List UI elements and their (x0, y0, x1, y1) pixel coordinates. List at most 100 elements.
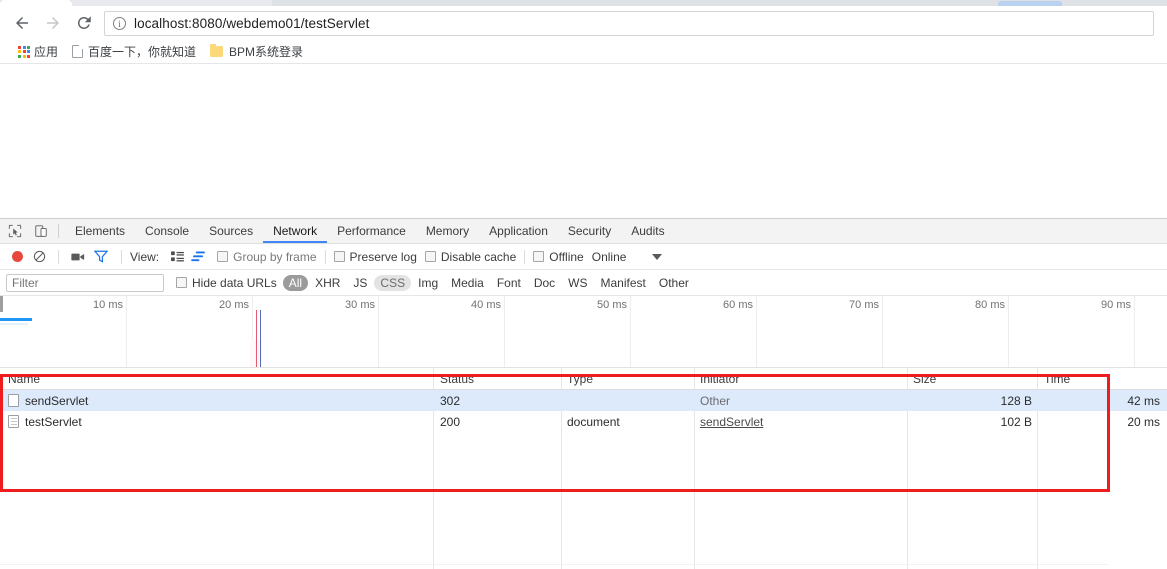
document-icon (8, 415, 19, 428)
view-list-button[interactable] (167, 246, 187, 268)
preserve-log-checkbox[interactable]: Preserve log (333, 246, 417, 268)
checkbox-box (424, 251, 436, 262)
tab-network[interactable]: Network (263, 219, 327, 243)
disable-cache-checkbox[interactable]: Disable cache (424, 246, 517, 268)
filter-type-font[interactable]: Font (491, 275, 527, 291)
waterfall-view-icon (190, 251, 205, 262)
inspect-element-icon[interactable] (4, 220, 26, 242)
network-requests-table: Name Status Type Initiator Size Time sen… (0, 368, 1167, 569)
overview-tick-label: 10 ms (93, 299, 123, 311)
toolbar-divider (121, 249, 122, 264)
view-waterfall-button[interactable] (187, 246, 209, 268)
disable-cache-label: Disable cache (440, 249, 517, 264)
checkbox-box (176, 277, 187, 288)
cell-time: 42 ms (1127, 394, 1160, 408)
toolbar-divider (58, 224, 59, 238)
address-bar[interactable]: i localhost:8080/webdemo01/testServlet (104, 11, 1154, 36)
overview-tick-label: 40 ms (471, 299, 501, 311)
table-row[interactable]: sendServlet 302 Other 128 B 42 ms (0, 390, 1167, 411)
column-header-time[interactable]: Time (1044, 372, 1070, 386)
hide-data-urls-checkbox[interactable]: Hide data URLs (176, 272, 277, 294)
cell-initiator-link[interactable]: sendServlet (700, 415, 763, 429)
overview-left-edge (0, 296, 3, 312)
filter-input[interactable] (6, 273, 164, 292)
reload-icon[interactable] (74, 13, 94, 33)
overview-tick-label: 50 ms (597, 299, 627, 311)
cell-status: 302 (440, 394, 461, 408)
page-viewport (0, 64, 1167, 218)
load-event-marker (260, 310, 261, 367)
tab-elements[interactable]: Elements (65, 219, 135, 243)
tab-sources[interactable]: Sources (199, 219, 263, 243)
filter-type-css[interactable]: CSS (374, 274, 412, 291)
cell-status: 200 (440, 415, 461, 429)
more-options-button[interactable] (652, 246, 663, 268)
hide-data-urls-label: Hide data URLs (192, 275, 277, 290)
filter-toggle-button[interactable] (89, 246, 113, 268)
filter-type-media[interactable]: Media (445, 275, 490, 291)
filter-type-other[interactable]: Other (653, 275, 695, 291)
tab-memory[interactable]: Memory (416, 219, 479, 243)
bookmark-apps[interactable]: 应用 (2, 42, 64, 62)
column-header-type[interactable]: Type (567, 372, 593, 386)
overview-tick-label: 70 ms (849, 299, 879, 311)
toolbar-divider (524, 249, 526, 264)
group-by-frame-checkbox[interactable]: Group by frame (217, 246, 317, 268)
network-overview-timeline[interactable]: 10 ms 20 ms 30 ms 40 ms 50 ms 60 ms 70 m… (0, 296, 1167, 368)
filter-type-manifest[interactable]: Manifest (595, 275, 652, 291)
cell-time: 20 ms (1127, 415, 1160, 429)
filter-type-img[interactable]: Img (412, 275, 444, 291)
overview-network-bar-secondary (0, 323, 28, 325)
overview-tick-label: 30 ms (345, 299, 375, 311)
overview-network-bar (0, 318, 32, 321)
record-button[interactable] (6, 246, 28, 268)
capture-screenshots-button[interactable] (67, 246, 89, 268)
view-label: View: (130, 249, 160, 264)
network-filter-bar: Hide data URLs All XHR JS CSS Img Media … (0, 270, 1167, 296)
overview-tick-label: 90 ms (1101, 299, 1131, 311)
forward-icon[interactable] (43, 13, 63, 33)
checkbox-box (533, 251, 545, 262)
column-header-size[interactable]: Size (913, 372, 936, 386)
overview-tick-label: 60 ms (723, 299, 753, 311)
table-body-bottom-rule (0, 564, 1108, 565)
bookmark-bpm[interactable]: BPM系统登录 (204, 42, 309, 62)
filter-type-all[interactable]: All (282, 274, 309, 291)
devtools-panel: Elements Console Sources Network Perform… (0, 218, 1167, 569)
url-text: localhost:8080/webdemo01/testServlet (134, 16, 370, 31)
preserve-log-label: Preserve log (349, 249, 417, 264)
offline-checkbox[interactable]: Offline (533, 246, 584, 268)
online-label: Online (591, 249, 627, 264)
list-view-icon (170, 251, 184, 262)
filter-type-xhr[interactable]: XHR (309, 275, 346, 291)
device-toolbar-icon[interactable] (30, 220, 52, 242)
tab-security[interactable]: Security (558, 219, 621, 243)
site-info-icon[interactable]: i (113, 17, 126, 30)
tab-application[interactable]: Application (479, 219, 558, 243)
folder-icon (210, 44, 224, 57)
throttling-select[interactable]: Online (592, 246, 627, 268)
toolbar-divider (324, 249, 326, 264)
back-icon[interactable] (12, 13, 32, 33)
page-icon (72, 45, 84, 58)
filter-type-doc[interactable]: Doc (528, 275, 561, 291)
column-header-initiator[interactable]: Initiator (700, 372, 739, 386)
column-header-status[interactable]: Status (440, 372, 474, 386)
tab-audits[interactable]: Audits (621, 219, 674, 243)
domcontentloaded-marker (256, 310, 257, 367)
column-header-name[interactable]: Name (8, 372, 40, 386)
record-dot-icon (11, 251, 23, 262)
network-toolbar: View: Group by frame Preserve log Disabl… (0, 244, 1167, 270)
cell-initiator: Other (700, 394, 731, 408)
clear-button[interactable] (28, 246, 50, 268)
checkbox-box (217, 251, 229, 262)
filter-type-ws[interactable]: WS (562, 275, 593, 291)
filter-type-js[interactable]: JS (347, 275, 373, 291)
tab-performance[interactable]: Performance (327, 219, 416, 243)
funnel-icon (94, 250, 108, 263)
caret-down-icon (652, 253, 663, 260)
cell-type: document (567, 415, 620, 429)
tab-console[interactable]: Console (135, 219, 199, 243)
table-row[interactable]: testServlet 200 document sendServlet 102… (0, 411, 1167, 432)
bookmark-baidu[interactable]: 百度一下，你就知道 (66, 42, 202, 62)
